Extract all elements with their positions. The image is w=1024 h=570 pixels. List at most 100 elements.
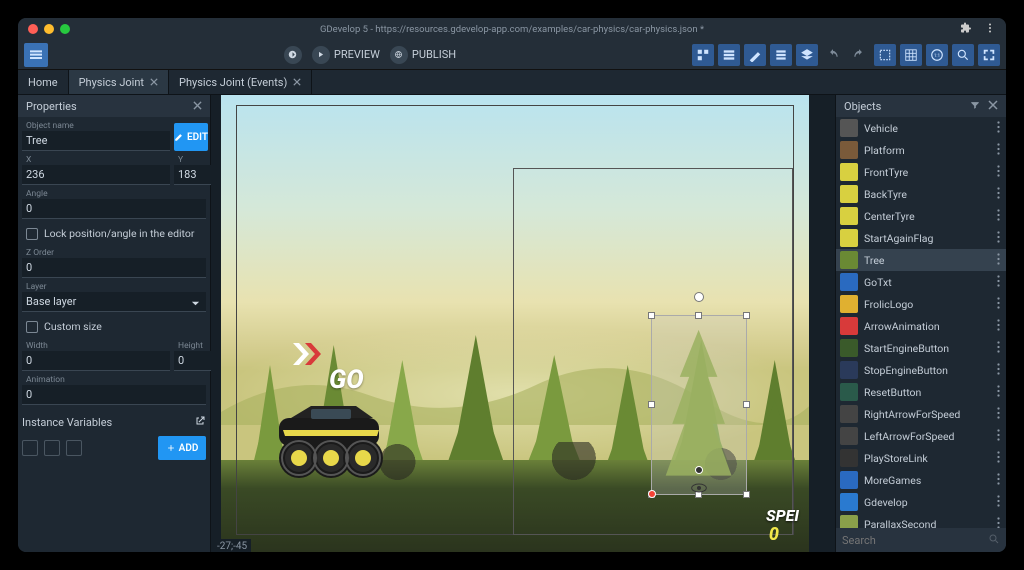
- filter-icon[interactable]: [970, 100, 980, 113]
- search-input[interactable]: [842, 534, 988, 547]
- close-panel-icon[interactable]: [193, 100, 202, 113]
- fullscreen-icon[interactable]: [978, 44, 1000, 66]
- more-icon[interactable]: [997, 275, 1000, 290]
- tab-physics-joint[interactable]: Physics Joint: [69, 70, 169, 94]
- object-groups-icon[interactable]: [718, 44, 740, 66]
- close-window[interactable]: [28, 24, 38, 34]
- more-icon[interactable]: [997, 231, 1000, 246]
- scene-editor[interactable]: GO: [211, 95, 835, 552]
- object-item[interactable]: ArrowAnimation: [836, 315, 1006, 337]
- object-item[interactable]: BackTyre: [836, 183, 1006, 205]
- x-input[interactable]: [22, 165, 170, 185]
- custom-size-row[interactable]: Custom size: [22, 316, 206, 337]
- origin-point[interactable]: [648, 490, 656, 498]
- debug-button[interactable]: [284, 46, 302, 64]
- custom-size-checkbox[interactable]: [26, 321, 38, 333]
- object-item[interactable]: ParallaxSecond: [836, 513, 1006, 528]
- properties-panel-icon[interactable]: [744, 44, 766, 66]
- more-icon[interactable]: [997, 363, 1000, 378]
- object-item[interactable]: GoTxt: [836, 271, 1006, 293]
- minimize-window[interactable]: [44, 24, 54, 34]
- lock-checkbox-row[interactable]: Lock position/angle in the editor: [22, 223, 206, 244]
- objects-panel-icon[interactable]: [692, 44, 714, 66]
- close-panel-icon[interactable]: [988, 100, 998, 113]
- project-manager-icon[interactable]: [24, 43, 48, 67]
- object-item[interactable]: Gdevelop: [836, 491, 1006, 513]
- more-icon[interactable]: [997, 297, 1000, 312]
- resize-handle[interactable]: [695, 312, 702, 319]
- more-icon[interactable]: [997, 143, 1000, 158]
- more-icon[interactable]: [997, 429, 1000, 444]
- object-item[interactable]: CenterTyre: [836, 205, 1006, 227]
- resize-handle[interactable]: [743, 491, 750, 498]
- z-order-input[interactable]: [22, 258, 206, 278]
- object-item[interactable]: Tree: [836, 249, 1006, 271]
- object-item[interactable]: RightArrowForSpeed: [836, 403, 1006, 425]
- scene-canvas[interactable]: GO: [221, 95, 809, 552]
- close-icon[interactable]: [293, 76, 301, 89]
- more-icon[interactable]: [997, 407, 1000, 422]
- object-thumb: [840, 141, 858, 159]
- more-icon[interactable]: [997, 253, 1000, 268]
- redo-icon[interactable]: [848, 44, 870, 66]
- instances-panel-icon[interactable]: [770, 44, 792, 66]
- more-icon[interactable]: [997, 341, 1000, 356]
- tab-physics-joint-events[interactable]: Physics Joint (Events): [169, 70, 312, 94]
- resize-handle[interactable]: [648, 401, 655, 408]
- center-point[interactable]: [695, 466, 703, 474]
- toggle-mask-icon[interactable]: [874, 44, 896, 66]
- open-in-new-icon[interactable]: [194, 415, 206, 430]
- zoom-fit-icon[interactable]: 1:1: [926, 44, 948, 66]
- more-icon[interactable]: [997, 121, 1000, 136]
- more-icon[interactable]: [997, 319, 1000, 334]
- tab-home[interactable]: Home: [18, 70, 69, 94]
- selected-tree-instance[interactable]: [651, 315, 747, 495]
- publish-button[interactable]: PUBLISH: [390, 46, 456, 64]
- animation-input[interactable]: [22, 385, 206, 405]
- object-item[interactable]: StartEngineButton: [836, 337, 1006, 359]
- width-input[interactable]: [22, 351, 170, 371]
- add-variable-button[interactable]: ADD: [158, 436, 206, 460]
- layer-select[interactable]: [22, 292, 206, 312]
- resize-handle[interactable]: [743, 401, 750, 408]
- more-icon[interactable]: [997, 187, 1000, 202]
- zoom-icon[interactable]: [952, 44, 974, 66]
- delete-icon[interactable]: [66, 440, 82, 456]
- copy-icon[interactable]: [22, 440, 38, 456]
- resize-handle[interactable]: [743, 312, 750, 319]
- edit-button[interactable]: EDIT: [174, 123, 208, 151]
- object-item[interactable]: Platform: [836, 139, 1006, 161]
- toggle-grid-icon[interactable]: [900, 44, 922, 66]
- undo-icon[interactable]: [822, 44, 844, 66]
- layers-panel-icon[interactable]: [796, 44, 818, 66]
- angle-input[interactable]: [22, 199, 206, 219]
- object-item[interactable]: ResetButton: [836, 381, 1006, 403]
- close-icon[interactable]: [150, 76, 158, 89]
- object-item[interactable]: LeftArrowForSpeed: [836, 425, 1006, 447]
- object-item[interactable]: StopEngineButton: [836, 359, 1006, 381]
- paste-icon[interactable]: [44, 440, 60, 456]
- object-item[interactable]: FrolicLogo: [836, 293, 1006, 315]
- objects-list[interactable]: VehiclePlatformFrontTyreBackTyreCenterTy…: [836, 117, 1006, 528]
- resize-handle[interactable]: [648, 312, 655, 319]
- more-icon[interactable]: [997, 473, 1000, 488]
- maximize-window[interactable]: [60, 24, 70, 34]
- object-item[interactable]: PlayStoreLink: [836, 447, 1006, 469]
- object-item[interactable]: MoreGames: [836, 469, 1006, 491]
- object-item[interactable]: FrontTyre: [836, 161, 1006, 183]
- more-icon[interactable]: [997, 517, 1000, 529]
- object-item[interactable]: Vehicle: [836, 117, 1006, 139]
- preview-button[interactable]: PREVIEW: [312, 46, 380, 64]
- rotate-handle[interactable]: [694, 292, 704, 302]
- more-icon[interactable]: [997, 209, 1000, 224]
- more-icon[interactable]: [997, 385, 1000, 400]
- more-icon[interactable]: [997, 495, 1000, 510]
- object-item[interactable]: StartAgainFlag: [836, 227, 1006, 249]
- more-icon[interactable]: [997, 165, 1000, 180]
- vehicle[interactable]: [261, 400, 401, 480]
- extension-icon[interactable]: [960, 22, 972, 37]
- more-icon[interactable]: [997, 451, 1000, 466]
- more-icon[interactable]: [984, 22, 996, 37]
- lock-checkbox[interactable]: [26, 228, 38, 240]
- object-name-input[interactable]: [22, 131, 170, 151]
